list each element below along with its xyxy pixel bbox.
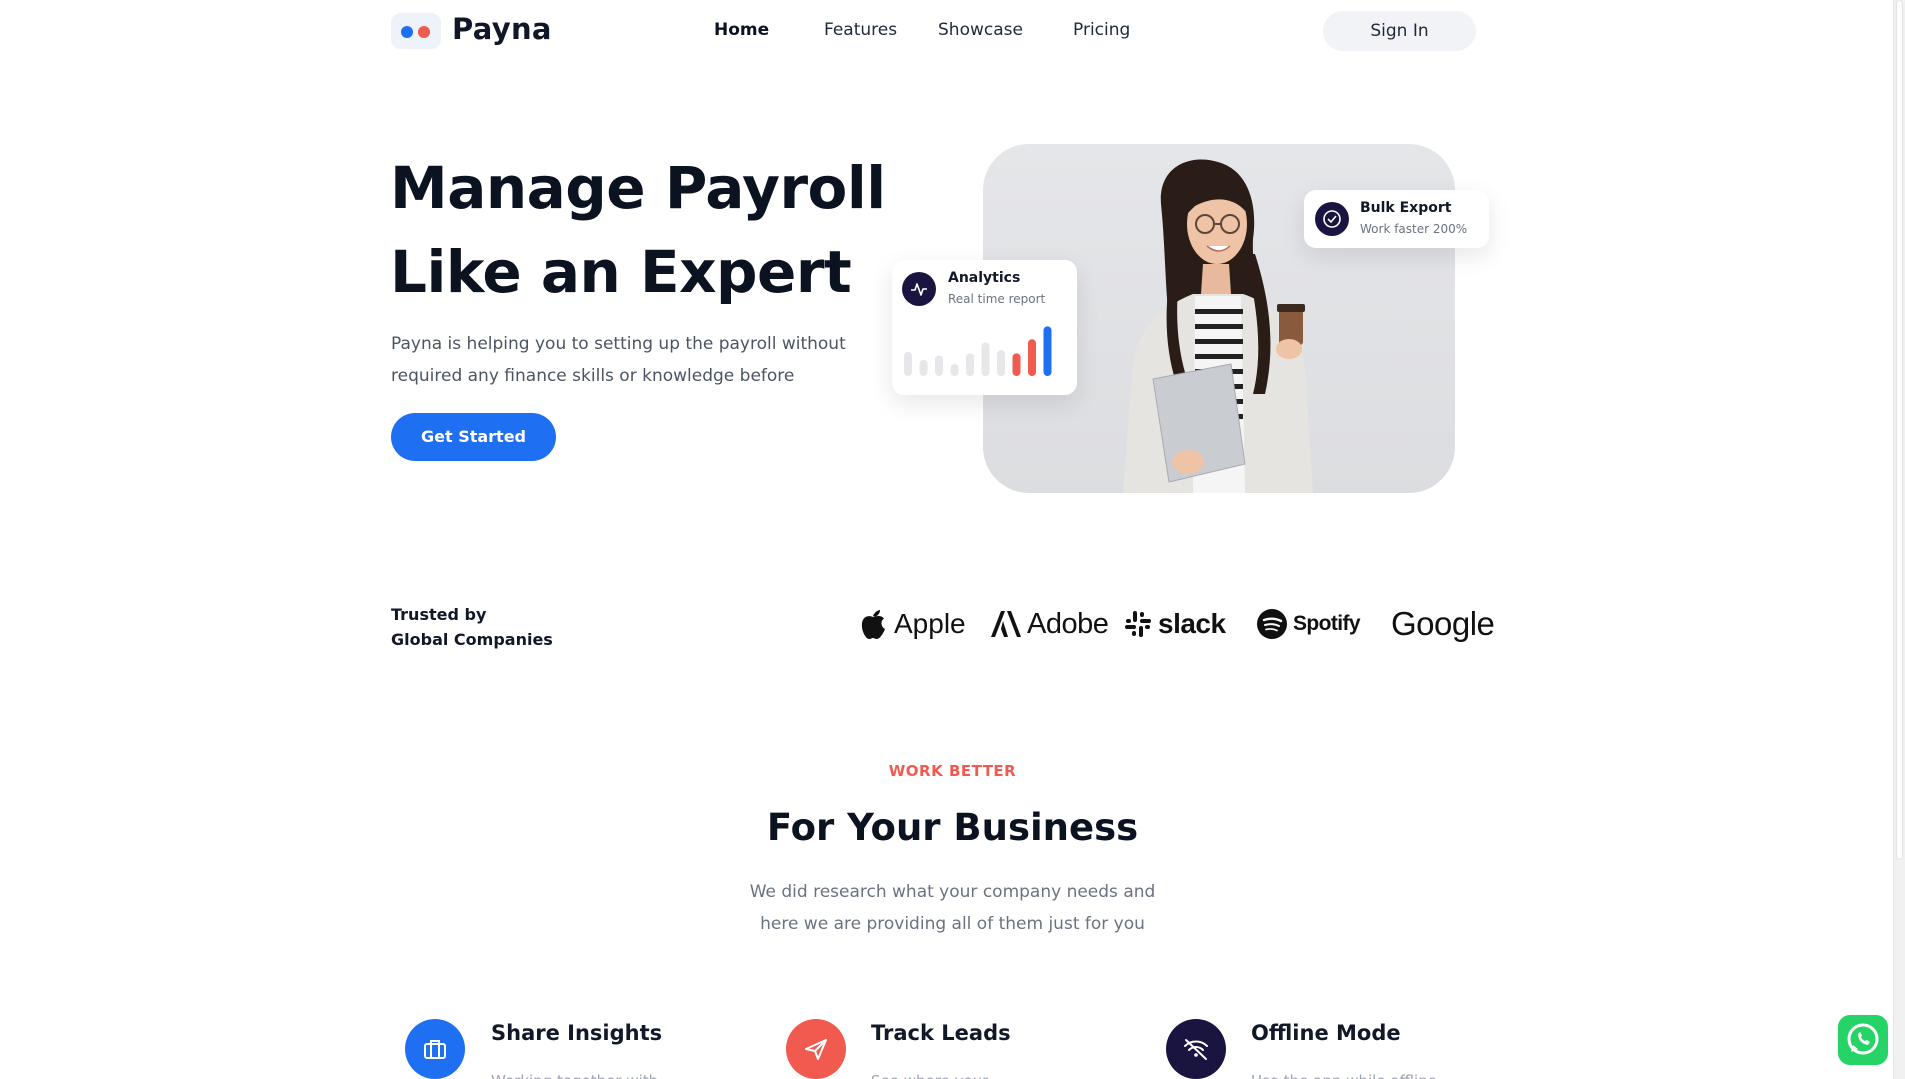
whatsapp-icon <box>1847 1023 1879 1055</box>
slack-wordmark: slack <box>1158 608 1226 639</box>
section-description-line2: here we are providing all of them just f… <box>760 914 1145 934</box>
paper-plane-icon <box>786 1019 846 1079</box>
sign-in-button[interactable]: Sign In <box>1323 11 1476 51</box>
logo-slack: slack <box>1124 602 1226 646</box>
analytics-bar <box>1028 339 1036 376</box>
whatsapp-button[interactable] <box>1838 1015 1888 1065</box>
apple-icon <box>861 610 885 639</box>
analytics-bar <box>997 350 1005 376</box>
logo-spotify: Spotify <box>1257 602 1361 646</box>
analytics-card: Analytics Real time report <box>892 260 1077 395</box>
analytics-bar <box>950 364 959 376</box>
analytics-title: Analytics <box>948 270 1021 286</box>
feature-title-track-leads: Track Leads <box>871 1021 1011 1045</box>
analytics-subtitle: Real time report <box>948 292 1046 306</box>
feature-desc-offline-mode: Use the app while offline <box>1251 1072 1437 1079</box>
logo-adobe: Adobe <box>991 602 1109 646</box>
section-description: We did research what your company needs … <box>0 876 1905 940</box>
trusted-line1: Trusted by <box>391 605 487 624</box>
analytics-bar <box>904 351 912 376</box>
analytics-bar <box>1012 353 1021 376</box>
nav-features[interactable]: Features <box>824 20 897 40</box>
analytics-bar <box>919 359 928 376</box>
trusted-line2: Global Companies <box>391 630 553 649</box>
slack-icon <box>1125 611 1151 637</box>
feature-desc-share-insights: Working together with <box>491 1072 658 1079</box>
nav-pricing[interactable]: Pricing <box>1073 20 1130 40</box>
get-started-button[interactable]: Get Started <box>391 413 556 461</box>
feature-desc-track-leads: See where your <box>871 1072 988 1079</box>
section-eyebrow: WORK BETTER <box>888 762 1017 780</box>
analytics-bar <box>981 342 990 376</box>
logo-apple: Apple <box>858 602 966 646</box>
logo-google: Google <box>1391 602 1495 646</box>
brand-name[interactable]: Payna <box>452 12 552 46</box>
spotify-wordmark: Spotify <box>1293 612 1361 635</box>
bulk-export-card: Bulk Export Work faster 200% <box>1304 190 1489 248</box>
apple-wordmark: Apple <box>894 608 966 639</box>
check-circle-icon <box>1315 202 1349 236</box>
pulse-icon <box>902 272 936 306</box>
hero-title-line2: Like an Expert <box>390 238 852 306</box>
bulk-export-subtitle: Work faster 200% <box>1360 222 1468 236</box>
analytics-mini-chart <box>904 326 1052 376</box>
spotify-icon <box>1257 609 1287 639</box>
hero-description-line1: Payna is helping you to setting up the p… <box>391 334 846 354</box>
adobe-wordmark: Adobe <box>1027 607 1109 640</box>
analytics-bar <box>935 355 943 376</box>
logo-mark[interactable] <box>391 13 441 49</box>
logo-dot-blue <box>401 26 413 38</box>
section-title: For Your Business <box>766 806 1139 849</box>
briefcase-icon <box>405 1019 465 1079</box>
trusted-by-text: Trusted by Global Companies <box>391 602 553 652</box>
nav-home[interactable]: Home <box>714 20 769 40</box>
adobe-icon <box>991 611 1021 637</box>
section-description-line1: We did research what your company needs … <box>749 882 1156 902</box>
analytics-bar <box>1043 326 1052 376</box>
hero-description: Payna is helping you to setting up the p… <box>391 328 861 392</box>
nav-showcase[interactable]: Showcase <box>938 20 1023 40</box>
analytics-bar <box>966 353 974 376</box>
feature-title-share-insights: Share Insights <box>491 1021 663 1045</box>
page-scrollbar[interactable] <box>1893 0 1905 1079</box>
hero-title: Manage Payroll Like an Expert <box>390 146 910 314</box>
wifi-off-icon <box>1166 1019 1226 1079</box>
logo-dot-red <box>418 26 430 38</box>
bulk-export-title: Bulk Export <box>1360 200 1452 216</box>
scrollbar-thumb[interactable] <box>1896 0 1903 860</box>
hero-title-line1: Manage Payroll <box>390 154 886 222</box>
feature-title-offline-mode: Offline Mode <box>1251 1021 1401 1045</box>
hero-description-line2: required any finance skills or knowledge… <box>391 366 795 386</box>
google-wordmark: Google <box>1391 605 1495 642</box>
